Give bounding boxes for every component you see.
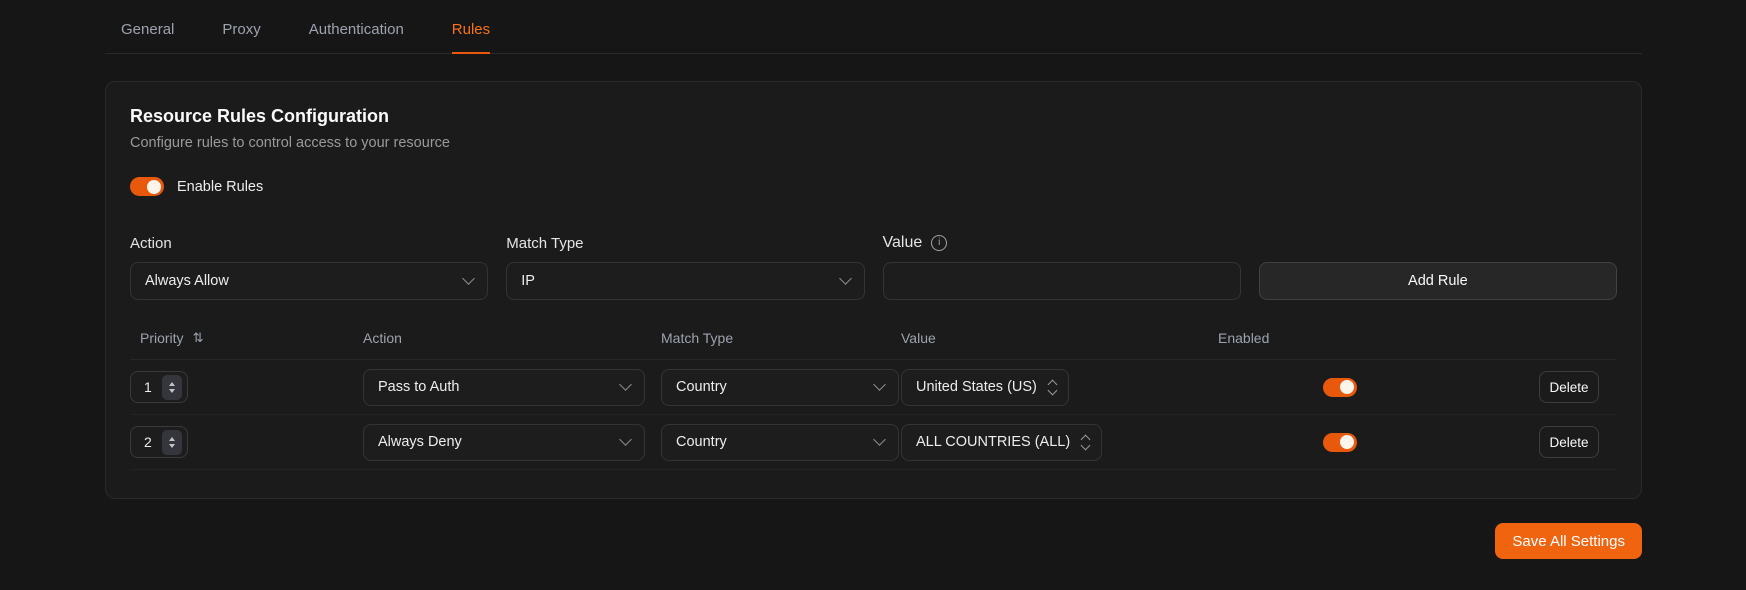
page-title: Resource Rules Configuration xyxy=(130,106,1617,127)
row-match-type-value: Country xyxy=(676,434,727,450)
add-rule-button[interactable]: Add Rule xyxy=(1259,262,1617,300)
info-icon[interactable]: i xyxy=(931,235,947,251)
footer-actions: Save All Settings xyxy=(105,523,1642,559)
match-type-header: Match Type xyxy=(661,330,901,346)
stepper-arrows-icon[interactable] xyxy=(162,375,182,400)
value-label: Value i xyxy=(883,234,1241,252)
row-match-type-select[interactable]: Country xyxy=(661,369,899,406)
table-row: 2 Always Deny Country xyxy=(130,415,1617,470)
action-cell: Pass to Auth xyxy=(363,369,661,406)
action-select-value: Always Allow xyxy=(145,273,229,289)
action-select[interactable]: Always Allow xyxy=(130,262,488,300)
chevron-down-icon xyxy=(619,433,632,446)
chevron-down-icon xyxy=(619,378,632,391)
settings-page: General Proxy Authentication Rules Resou… xyxy=(105,0,1642,559)
toggle-knob xyxy=(147,180,161,194)
chevron-down-icon xyxy=(873,433,886,446)
match-type-select-value: IP xyxy=(521,273,535,289)
row-value-text: ALL COUNTRIES (ALL) xyxy=(916,434,1070,450)
priority-header-label: Priority xyxy=(140,330,184,346)
match-type-field: Match Type IP xyxy=(506,235,864,300)
priority-stepper[interactable]: 1 xyxy=(130,371,188,403)
chevron-down-icon xyxy=(839,272,852,285)
action-field: Action Always Allow xyxy=(130,235,488,300)
tab-proxy[interactable]: Proxy xyxy=(222,21,260,53)
table-header-row: Priority ⇅ Action Match Type Value Enabl… xyxy=(130,330,1617,360)
tab-general[interactable]: General xyxy=(121,21,174,53)
chevron-down-icon xyxy=(873,378,886,391)
row-action-select[interactable]: Pass to Auth xyxy=(363,369,645,406)
action-label: Action xyxy=(130,235,488,252)
enable-rules-row: Enable Rules xyxy=(130,177,1617,196)
save-all-settings-button[interactable]: Save All Settings xyxy=(1495,523,1642,559)
stepper-arrows-icon[interactable] xyxy=(162,430,182,455)
row-action-select[interactable]: Always Deny xyxy=(363,424,645,461)
priority-header[interactable]: Priority ⇅ xyxy=(130,330,363,346)
page-subtitle: Configure rules to control access to you… xyxy=(130,135,1617,151)
delete-button[interactable]: Delete xyxy=(1539,426,1599,458)
up-down-caret-icon xyxy=(1049,381,1056,394)
value-field: Value i xyxy=(883,234,1241,300)
sort-icon[interactable]: ⇅ xyxy=(193,331,204,346)
value-input[interactable] xyxy=(883,262,1241,300)
up-down-caret-icon xyxy=(1082,436,1089,449)
action-header: Action xyxy=(363,330,661,346)
value-cell: ALL COUNTRIES (ALL) xyxy=(901,424,1218,461)
toggle-knob xyxy=(1340,435,1354,449)
enabled-cell xyxy=(1218,433,1539,452)
row-enabled-toggle[interactable] xyxy=(1323,378,1357,397)
add-rule-form: Action Always Allow Match Type IP Value … xyxy=(130,234,1617,300)
enabled-cell xyxy=(1218,378,1539,397)
delete-cell: Delete xyxy=(1539,426,1617,458)
rules-table: Priority ⇅ Action Match Type Value Enabl… xyxy=(130,330,1617,470)
row-value-text: United States (US) xyxy=(916,379,1037,395)
value-label-text: Value xyxy=(883,234,923,252)
priority-cell: 1 xyxy=(130,371,363,403)
action-cell: Always Deny xyxy=(363,424,661,461)
tab-bar: General Proxy Authentication Rules xyxy=(105,0,1642,54)
tab-authentication[interactable]: Authentication xyxy=(309,21,404,53)
tab-rules[interactable]: Rules xyxy=(452,21,490,54)
match-type-select[interactable]: IP xyxy=(506,262,864,300)
row-match-type-value: Country xyxy=(676,379,727,395)
enabled-header: Enabled xyxy=(1218,330,1539,346)
enable-rules-label: Enable Rules xyxy=(177,179,263,195)
row-enabled-toggle[interactable] xyxy=(1323,433,1357,452)
row-action-value: Pass to Auth xyxy=(378,379,459,395)
delete-button[interactable]: Delete xyxy=(1539,371,1599,403)
chevron-down-icon xyxy=(462,272,475,285)
priority-stepper[interactable]: 2 xyxy=(130,426,188,458)
value-cell: United States (US) xyxy=(901,369,1218,406)
priority-value: 2 xyxy=(144,434,152,450)
row-value-select[interactable]: United States (US) xyxy=(901,369,1069,406)
row-match-type-select[interactable]: Country xyxy=(661,424,899,461)
priority-value: 1 xyxy=(144,379,152,395)
delete-cell: Delete xyxy=(1539,371,1617,403)
row-value-select[interactable]: ALL COUNTRIES (ALL) xyxy=(901,424,1102,461)
row-action-value: Always Deny xyxy=(378,434,462,450)
toggle-knob xyxy=(1340,380,1354,394)
table-row: 1 Pass to Auth Country xyxy=(130,360,1617,415)
enable-rules-toggle[interactable] xyxy=(130,177,164,196)
value-header: Value xyxy=(901,330,1218,346)
add-rule-field: Add Rule xyxy=(1259,262,1617,300)
priority-cell: 2 xyxy=(130,426,363,458)
resource-rules-panel: Resource Rules Configuration Configure r… xyxy=(105,81,1642,499)
match-type-cell: Country xyxy=(661,424,901,461)
match-type-label: Match Type xyxy=(506,235,864,252)
match-type-cell: Country xyxy=(661,369,901,406)
